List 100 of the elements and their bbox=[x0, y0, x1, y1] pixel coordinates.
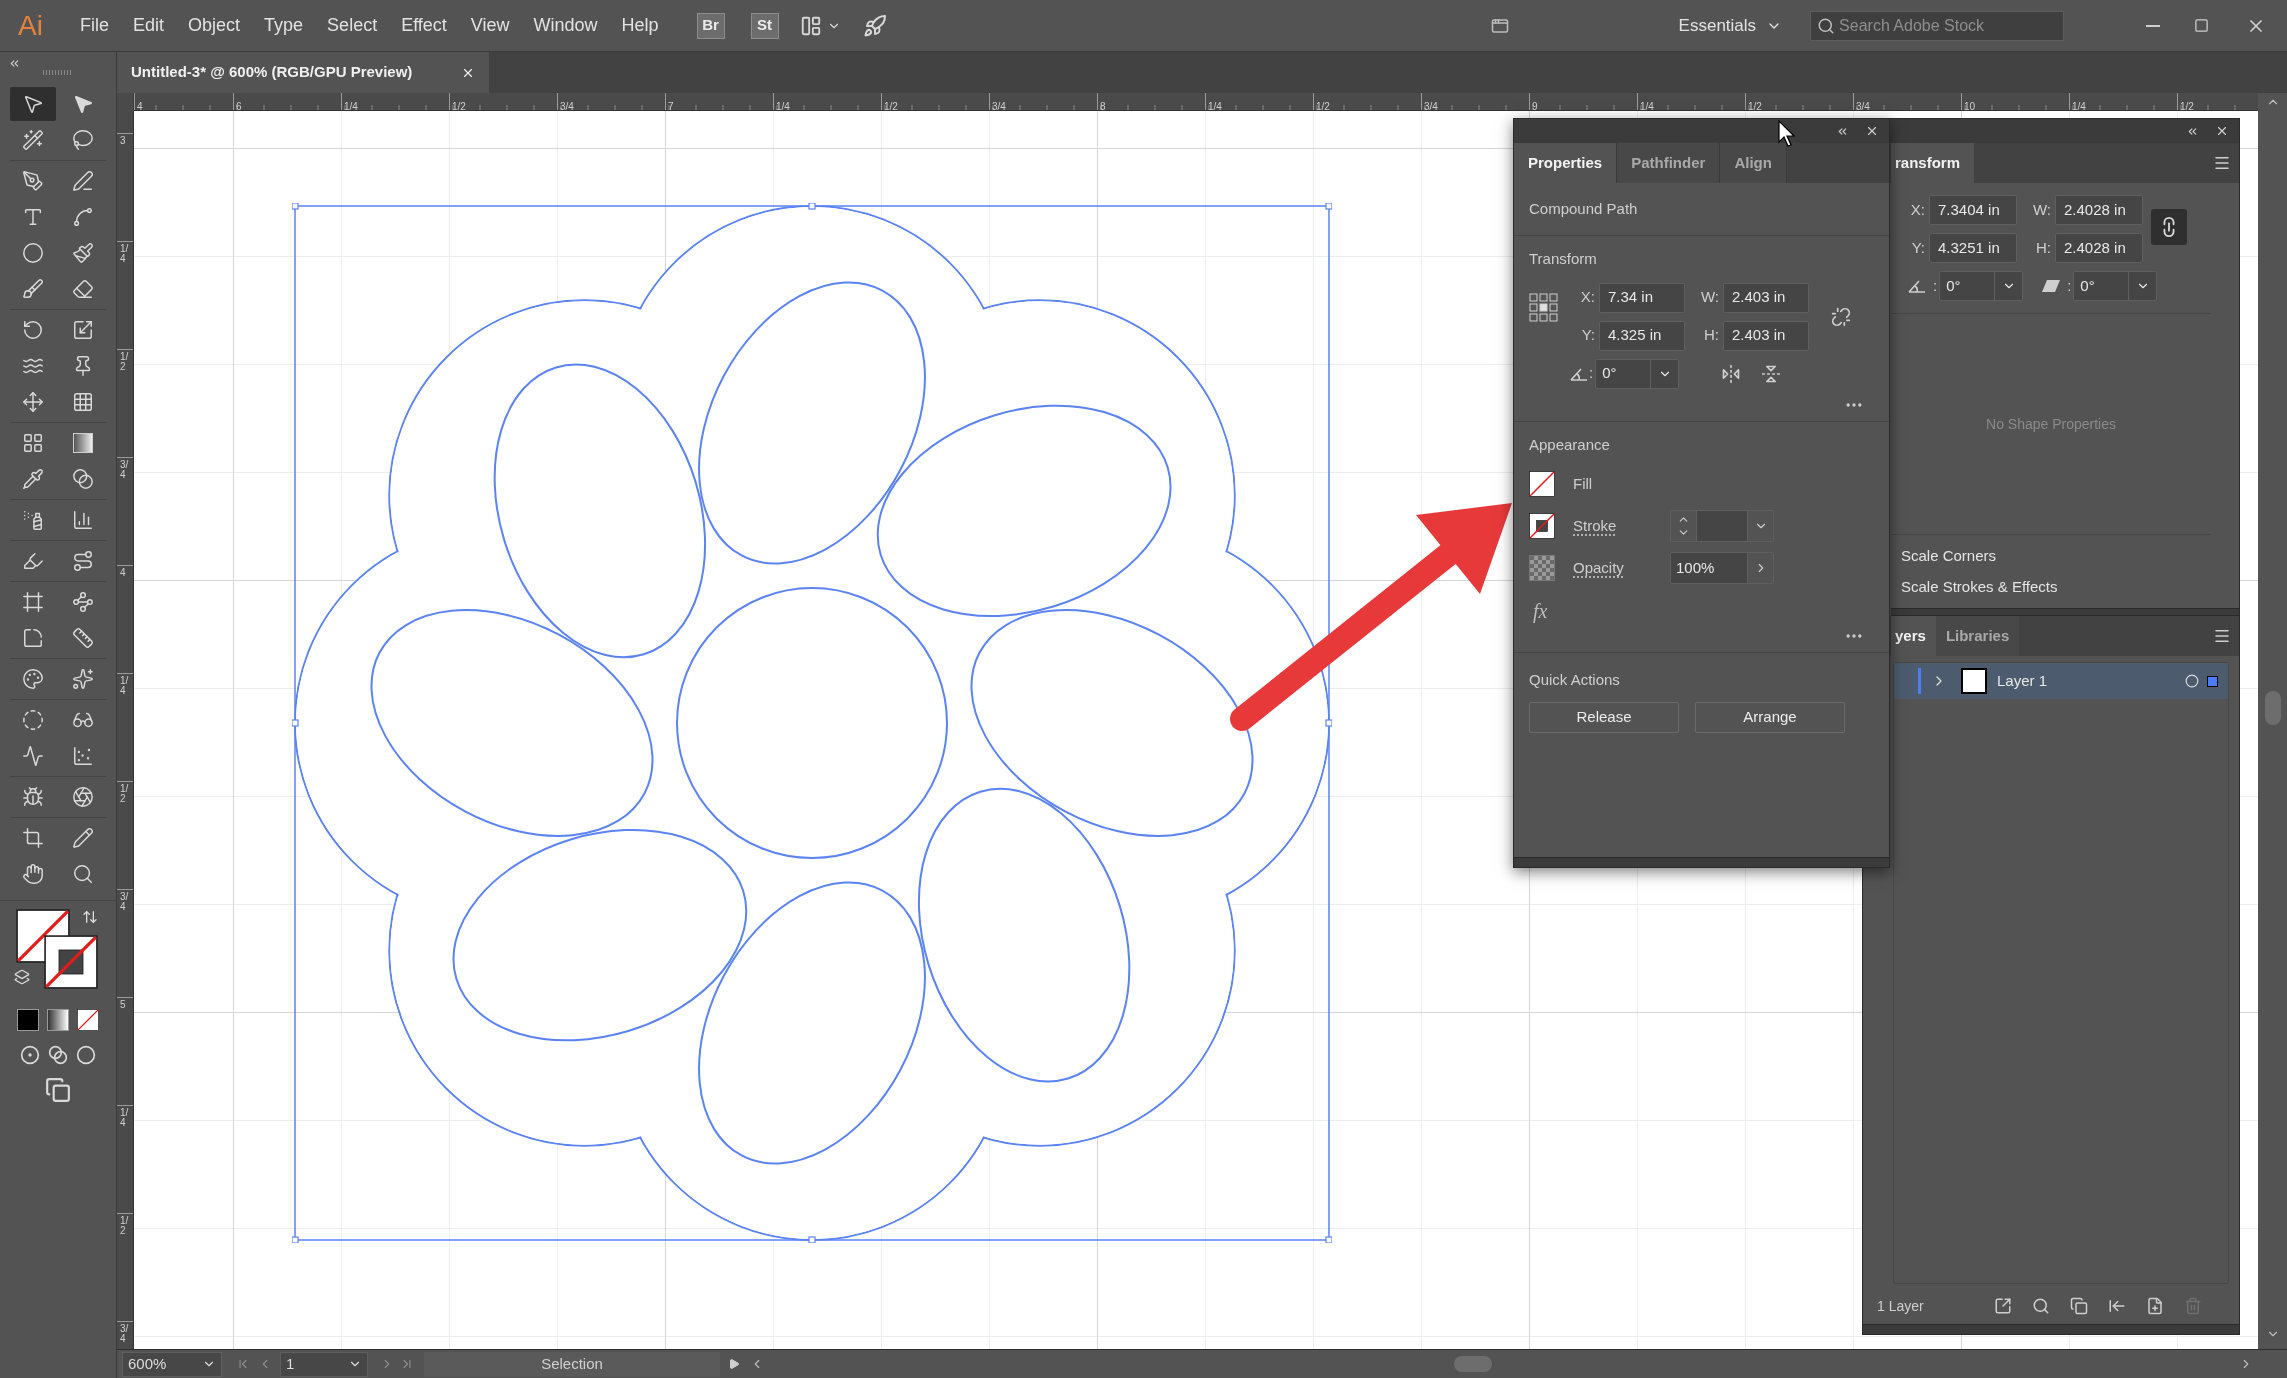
input-field[interactable]: 4.3251 in bbox=[1929, 233, 2017, 263]
option-label[interactable]: Scale Corners bbox=[1901, 545, 2239, 568]
search-field[interactable]: Search Adobe Stock bbox=[1810, 10, 2065, 41]
ruler-label: 3/4 bbox=[560, 101, 574, 110]
input-field[interactable]: 2.403 in bbox=[1723, 282, 1809, 313]
menu-item[interactable]: File bbox=[68, 0, 121, 51]
stock-button[interactable]: St bbox=[750, 12, 779, 39]
layer-row[interactable]: Layer 1 bbox=[1894, 663, 2228, 699]
arrow-to-line-icon[interactable] bbox=[2107, 1297, 2126, 1315]
input-field[interactable]: 2.4028 in bbox=[2055, 195, 2143, 225]
draw-behind-icon[interactable] bbox=[48, 1045, 68, 1065]
input-field[interactable]: 2.4028 in bbox=[2055, 233, 2143, 263]
rounded-corner-icon bbox=[22, 627, 44, 649]
ruler-label: 4 bbox=[137, 101, 143, 110]
search-icon[interactable] bbox=[2031, 1297, 2050, 1315]
quick-action-button[interactable]: Arrange bbox=[1695, 701, 1845, 733]
scroll-thumb[interactable] bbox=[1454, 1356, 1492, 1372]
shear-icon bbox=[2041, 278, 2062, 294]
artboard-field[interactable]: 1 bbox=[280, 1351, 368, 1377]
section-title: Quick Actions bbox=[1529, 670, 1621, 690]
ruler-label: 8 bbox=[1100, 101, 1106, 110]
menu-item[interactable]: Object bbox=[176, 0, 253, 51]
panel-tab[interactable]: Align bbox=[1720, 143, 1787, 183]
panel-tab[interactable]: Libraries bbox=[1935, 616, 2020, 656]
path-nodes-icon bbox=[72, 550, 94, 572]
effects-button[interactable]: fx bbox=[1533, 596, 1548, 626]
sparkles-icon bbox=[72, 668, 94, 690]
overlapping-squares-icon[interactable] bbox=[2069, 1297, 2088, 1315]
workspace-switcher[interactable]: Essentials bbox=[1678, 12, 1783, 39]
bridge-button[interactable]: Br bbox=[696, 12, 725, 39]
stroke-weight-field[interactable] bbox=[1670, 510, 1774, 542]
menu-item[interactable]: Window bbox=[521, 0, 610, 51]
fill-swatch[interactable] bbox=[1529, 471, 1555, 497]
menu-item[interactable]: Help bbox=[609, 0, 671, 51]
field-label: W: bbox=[2031, 199, 2052, 220]
overlapping-circles-icon bbox=[72, 468, 94, 490]
reference-point-icon[interactable] bbox=[1529, 292, 1559, 323]
scale-icon bbox=[72, 319, 94, 341]
quick-action-button[interactable]: Release bbox=[1529, 701, 1679, 733]
panel-tab[interactable]: ransform bbox=[1891, 143, 1975, 183]
appearance-label[interactable]: Stroke bbox=[1573, 514, 1617, 538]
zoom-field[interactable]: 600% bbox=[122, 1351, 222, 1377]
panel-menu-icon[interactable] bbox=[2213, 154, 2231, 172]
draw-inside-icon[interactable] bbox=[76, 1045, 96, 1065]
draw-normal-icon[interactable] bbox=[20, 1045, 40, 1065]
export-icon[interactable] bbox=[1993, 1297, 2012, 1315]
ruler-label: 7 bbox=[668, 101, 674, 110]
input-field[interactable]: 2.403 in bbox=[1723, 320, 1809, 351]
gradient-square[interactable] bbox=[47, 1009, 69, 1031]
option-label[interactable]: Scale Strokes & Effects bbox=[1901, 575, 2239, 598]
menu-item[interactable]: Edit bbox=[121, 0, 177, 51]
appearance-label: Fill bbox=[1573, 473, 1593, 494]
menu-item[interactable]: View bbox=[458, 0, 522, 51]
search-input[interactable]: Search Adobe Stock bbox=[1839, 13, 2050, 38]
panel-grip[interactable] bbox=[1863, 1324, 2239, 1334]
flip-vertical-icon[interactable] bbox=[1761, 363, 1782, 384]
ruler-label: 10 bbox=[1964, 101, 1976, 110]
rotate-field[interactable]: 0° bbox=[1939, 271, 2024, 301]
type-icon bbox=[22, 206, 44, 228]
tool-button[interactable] bbox=[10, 87, 56, 121]
close-icon[interactable] bbox=[2215, 124, 2229, 138]
field-label: : bbox=[2067, 275, 2072, 296]
document-tab[interactable]: Untitled-3* @ 600% (RGB/GPU Preview) bbox=[117, 52, 489, 93]
shear-field[interactable]: 0° bbox=[2073, 271, 2158, 301]
layer-name[interactable]: Layer 1 bbox=[1997, 669, 2048, 693]
panel-menu-icon[interactable] bbox=[2213, 627, 2231, 645]
ruler-label: 5 bbox=[120, 1000, 126, 1010]
frame-icon bbox=[22, 591, 44, 613]
play-icon[interactable] bbox=[728, 1358, 740, 1370]
input-field[interactable]: 7.3404 in bbox=[1929, 195, 2017, 225]
panel-tab[interactable]: yers bbox=[1891, 616, 1936, 656]
window-icon[interactable] bbox=[1490, 16, 1509, 35]
new-page-icon[interactable] bbox=[2145, 1297, 2164, 1315]
menu-item[interactable]: Type bbox=[252, 0, 316, 51]
input-field[interactable]: 7.34 in bbox=[1599, 282, 1685, 313]
flip-horizontal-icon[interactable] bbox=[1721, 363, 1742, 384]
swap-icon[interactable] bbox=[81, 909, 98, 925]
panel-grip[interactable] bbox=[1514, 857, 1889, 867]
stroke-swatch[interactable] bbox=[43, 935, 98, 989]
opacity-field[interactable]: 100% bbox=[1670, 552, 1774, 584]
panel-tab[interactable]: Properties bbox=[1514, 143, 1618, 183]
color-square[interactable] bbox=[17, 1009, 39, 1031]
panel-tab[interactable]: Pathfinder bbox=[1617, 143, 1721, 183]
rotate-field[interactable]: 0° bbox=[1595, 358, 1680, 389]
scroll-thumb[interactable] bbox=[2264, 691, 2281, 725]
rocket-icon[interactable] bbox=[862, 13, 887, 38]
stroke-swatch[interactable] bbox=[1529, 513, 1555, 539]
input-field[interactable]: 4.325 in bbox=[1599, 320, 1685, 351]
menu-item[interactable]: Select bbox=[315, 0, 390, 51]
menu-item[interactable]: Effect bbox=[389, 0, 459, 51]
constrain-proportions-button[interactable] bbox=[2151, 209, 2187, 245]
target-icon[interactable] bbox=[2185, 674, 2199, 688]
field-label: H: bbox=[1703, 325, 1720, 346]
close-icon[interactable] bbox=[1865, 124, 1879, 138]
move-icon bbox=[22, 391, 44, 413]
none-square[interactable] bbox=[77, 1009, 99, 1031]
appearance-label[interactable]: Opacity bbox=[1573, 556, 1624, 580]
screen-mode-icon[interactable] bbox=[43, 1077, 73, 1103]
ruler-icon bbox=[72, 627, 94, 649]
spray-can-icon bbox=[22, 509, 44, 531]
